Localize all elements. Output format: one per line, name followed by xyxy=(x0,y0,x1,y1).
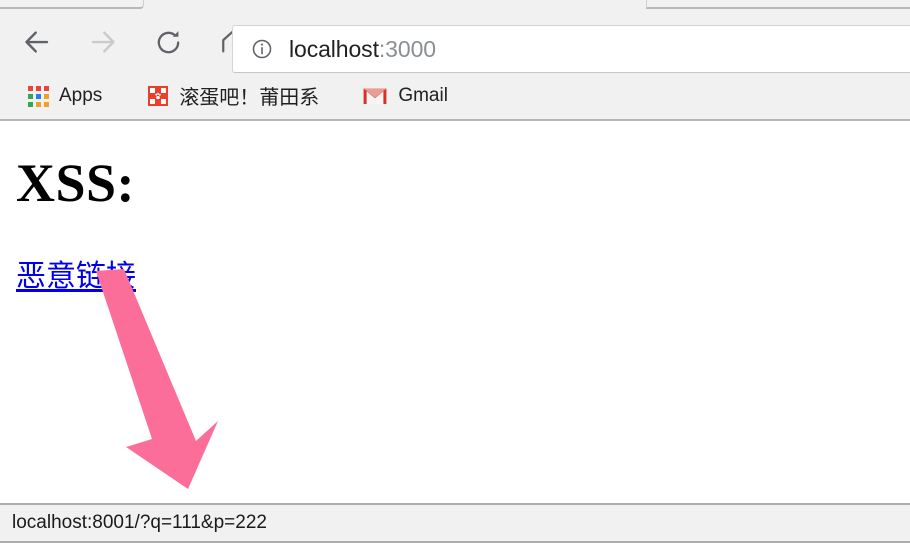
tab-edge-right[interactable] xyxy=(646,0,910,9)
bookmark-putian[interactable]: 滚蛋吧！莆田系 xyxy=(140,79,327,113)
tab-edge-left[interactable] xyxy=(0,0,144,9)
gmail-icon xyxy=(363,87,387,105)
bookmark-label: Apps xyxy=(59,84,103,106)
bookmark-label: 滚蛋吧！莆田系 xyxy=(179,85,320,109)
url-host: localhost xyxy=(289,35,379,62)
arrow-right-icon xyxy=(88,27,118,57)
page-content: XSS: 恶意链接 xyxy=(0,121,910,503)
reload-button[interactable] xyxy=(148,22,188,62)
bookmarks-bar: Apps 滚蛋吧！莆田系 Gmail xyxy=(0,72,910,121)
page-bottom-filler xyxy=(0,543,910,548)
browser-chrome: localhost:3000 Apps 滚蛋吧！莆田系 Gmail xyxy=(0,0,910,121)
back-button[interactable] xyxy=(17,22,57,62)
arrow-left-icon xyxy=(22,27,52,57)
reload-icon xyxy=(154,28,183,57)
apps-grid-icon xyxy=(28,85,49,107)
bookmark-apps[interactable]: Apps xyxy=(20,79,110,113)
pink-arrow-annotation xyxy=(78,269,218,489)
bookmark-label: Gmail xyxy=(398,84,448,106)
browser-toolbar: localhost:3000 xyxy=(0,10,910,73)
address-bar[interactable]: localhost:3000 xyxy=(232,25,910,73)
status-bar-url: localhost:8001/?q=111&p=222 xyxy=(12,512,267,533)
bookmark-gmail[interactable]: Gmail xyxy=(355,79,456,113)
tab-strip xyxy=(0,0,910,10)
info-circle-icon[interactable] xyxy=(251,38,273,60)
red-cross-paw-icon xyxy=(148,85,169,106)
address-bar-url: localhost:3000 xyxy=(289,36,436,63)
forward-button[interactable] xyxy=(83,22,123,62)
page-title: XSS: xyxy=(16,153,136,213)
status-bar: localhost:8001/?q=111&p=222 xyxy=(0,503,910,543)
url-port: :3000 xyxy=(378,35,436,62)
malicious-link[interactable]: 恶意链接 xyxy=(16,262,136,292)
